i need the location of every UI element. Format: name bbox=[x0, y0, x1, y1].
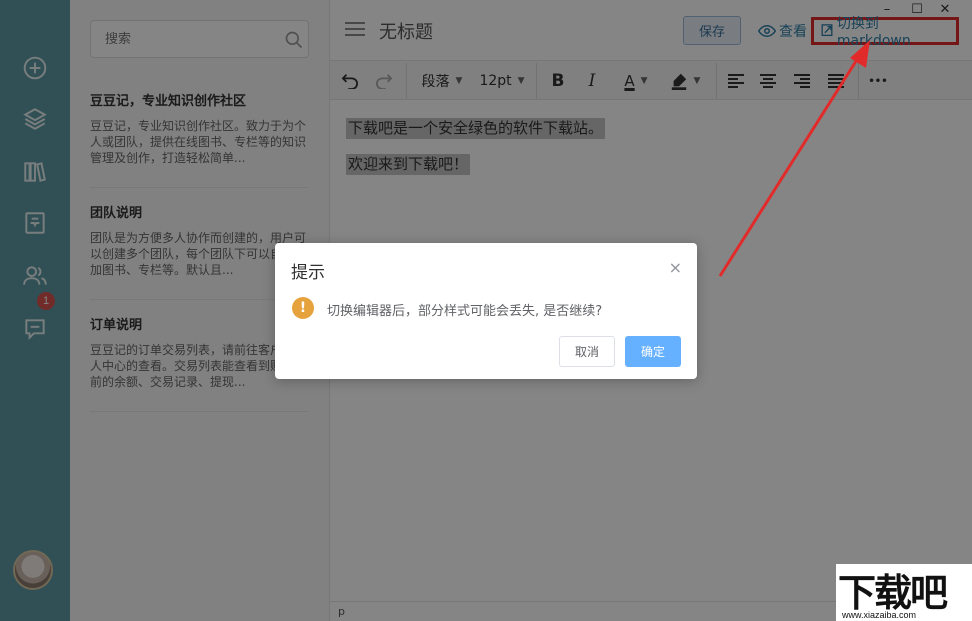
cancel-button[interactable]: 取消 bbox=[559, 336, 615, 367]
warning-icon: ! bbox=[292, 297, 314, 319]
watermark-title: 下载吧 bbox=[838, 562, 946, 617]
dialog-message: 切换编辑器后，部分样式可能会丢失, 是否继续? bbox=[327, 300, 602, 319]
watermark-url: www.xiazaiba.com bbox=[842, 610, 916, 620]
close-icon[interactable]: × bbox=[669, 258, 682, 277]
dialog-title: 提示 bbox=[291, 258, 325, 283]
confirm-button[interactable]: 确定 bbox=[625, 336, 681, 367]
watermark-logo: 下载吧 www.xiazaiba.com bbox=[836, 564, 972, 621]
confirm-dialog: 提示 × ! 切换编辑器后，部分样式可能会丢失, 是否继续? 取消 确定 bbox=[275, 243, 697, 379]
